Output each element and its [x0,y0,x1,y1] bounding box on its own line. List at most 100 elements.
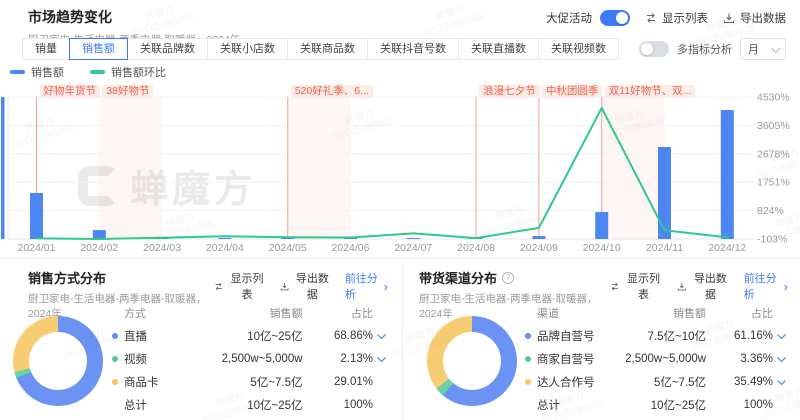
tab-2[interactable]: 销售额 [69,38,128,60]
sales-bar[interactable] [721,110,734,239]
tab-5[interactable]: 关联商品数 [287,38,368,60]
series-dot [112,356,118,362]
sales-bar[interactable] [595,212,608,239]
right-axis-tick: 4530% [757,92,790,104]
sales-method-table: 方式销售额占比直播10亿~25亿68.86%视频2,500w~5,000w2.1… [112,302,386,416]
x-axis-label: 2024/01 [18,242,56,254]
series-dot [525,356,531,362]
tab-4[interactable]: 关联小店数 [207,38,288,60]
multi-metric-label: 多指标分析 [677,41,732,57]
caret-down-icon[interactable] [377,357,386,362]
promo-band [99,97,162,239]
right-axis-tick: 824% [757,205,784,217]
channel-title: 带货渠道分布 [419,268,497,287]
legend-item-1[interactable]: 销售额 [10,64,64,80]
sales-method-donut[interactable] [13,316,103,406]
sales-bar[interactable] [658,147,671,239]
page-title: 市场趋势变化 [28,7,240,27]
tab-7[interactable]: 关联直播数 [458,38,539,60]
export-data-button[interactable]: 导出数据 [677,270,730,302]
promo-annotation: 浪漫七夕节 [479,85,540,98]
x-axis-label: 2024/11 [646,242,683,254]
show-list-button[interactable]: 显示列表 [610,270,663,302]
list-view-icon [214,281,223,292]
promo-annotation: 好物年货节 [40,85,101,98]
x-axis-label: 2024/04 [206,242,244,254]
x-axis-label: 2024/06 [332,242,370,254]
chart-legend: 销售额 销售额环比 [10,64,166,80]
table-row: 总计10亿~25亿100% [112,393,373,416]
promo-annotation: 520好礼季、6... [291,85,373,98]
x-axis-label: 2024/09 [520,242,558,254]
promo-band [288,97,351,239]
promo-annotation: 双11好物节、双... [605,85,696,98]
export-data-button[interactable]: 导出数据 [280,270,331,302]
sales-bar[interactable] [93,230,106,239]
table-row: 总计10亿~25亿100% [525,393,773,416]
arrow-right-icon: › [384,281,388,292]
caret-down-icon[interactable] [777,357,786,362]
table-row[interactable]: 商家自营号2,500w~5,000w3.36% [525,347,773,370]
channel-donut[interactable] [427,316,517,406]
legend-marker [90,70,105,74]
clipped-bar [1,97,5,239]
promo-annotation: 38好物节 [102,85,153,98]
tab-3[interactable]: 关联品牌数 [127,38,208,60]
metric-tabs: 销量销售额关联品牌数关联小店数关联商品数关联抖音号数关联直播数关联视频数 [22,38,619,60]
multi-metric-group: 多指标分析 [639,41,732,57]
x-axis-label: 2024/05 [269,242,307,254]
table-header-row: 方式销售额占比 [112,302,373,324]
dashboard-page: 蝉魔方 市场趋势变化 厨卫家电-生活电器-两季电器-取暖器，2024年 大促活动… [0,0,800,420]
table-row[interactable]: 达人合作号5亿~7.5亿35.49% [525,370,773,393]
show-list-button[interactable]: 显示列表 [214,270,265,302]
export-data-button[interactable]: 导出数据 [723,10,786,26]
series-dot [525,379,531,385]
go-analyze-link[interactable]: 前往分析 › [345,270,388,302]
caret-down-icon[interactable] [777,334,786,339]
arrow-right-icon: › [784,281,788,292]
table-row[interactable]: 视频2,500w~5,000w2.13% [112,347,373,370]
sales-method-title: 销售方式分布 [28,268,106,287]
promo-toggle[interactable] [600,10,630,26]
channel-table: 渠道销售额占比品牌自营号7.5亿~10亿61.16%商家自营号2,500w~5,… [525,302,786,416]
tab-8[interactable]: 关联视频数 [538,38,619,60]
go-analyze-link[interactable]: 前往分析 › [744,270,788,302]
export-icon [280,281,289,292]
period-select-value: 月 [748,41,759,57]
series-dot [112,333,118,339]
series-dot [112,379,118,385]
right-axis-tick: 2678% [757,148,790,160]
legend-marker [10,70,25,74]
sales-bar[interactable] [30,193,43,239]
sales-bar[interactable] [407,238,420,239]
right-axis-tick: -103% [757,234,787,246]
legend-item-2[interactable]: 销售额环比 [90,64,166,80]
sales-bar[interactable] [218,238,231,239]
table-row[interactable]: 直播10亿~25亿68.86% [112,324,373,347]
right-axis-tick: 3605% [757,120,790,132]
caret-down-icon[interactable] [377,334,386,339]
right-axis-tick: 1751% [757,177,790,189]
sales-method-panel: 销售方式分布 厨卫家电-生活电器-两季电器-取暖器，2024年 显示列表 导出数… [0,258,400,420]
export-icon [723,12,735,24]
period-select[interactable]: 月 [740,38,786,60]
x-axis-label: 2024/08 [457,242,495,254]
metric-tabs-row: 销量销售额关联品牌数关联小店数关联商品数关联抖音号数关联直播数关联视频数 多指标… [22,38,786,60]
sales-bar[interactable] [532,236,545,239]
x-axis-label: 2024/10 [583,242,621,254]
x-axis-label: 2024/07 [394,242,432,254]
show-list-button[interactable]: 显示列表 [645,10,708,26]
list-view-icon [645,12,657,24]
promo-toggle-label: 大促活动 [546,10,592,26]
caret-down-icon[interactable] [777,380,786,385]
info-icon[interactable]: ? [502,272,514,284]
promo-toggle-group: 大促活动 [546,10,630,26]
multi-metric-toggle[interactable] [639,41,669,57]
channel-panel: 带货渠道分布 ? 厨卫家电-生活电器-两季电器-取暖器，2024年 显示列表 导… [403,258,800,420]
x-axis-label: 2024/02 [80,242,118,254]
chevron-down-icon [771,43,781,53]
tab-1[interactable]: 销量 [22,38,70,60]
table-row[interactable]: 品牌自营号7.5亿~10亿61.16% [525,324,773,347]
promo-annotation: 中秋团圆季 [542,85,603,98]
tab-6[interactable]: 关联抖音号数 [367,38,459,60]
